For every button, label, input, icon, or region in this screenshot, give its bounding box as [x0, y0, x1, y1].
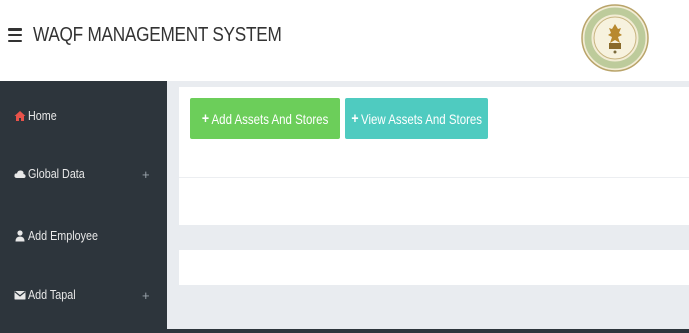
- content-panel: [179, 250, 689, 285]
- sidebar-item-label: Global Data: [28, 167, 85, 181]
- sidebar-item-global-data[interactable]: Global Data +: [0, 154, 167, 194]
- view-assets-button[interactable]: + View Assets And Stores: [345, 98, 488, 139]
- bottom-border: [167, 329, 689, 333]
- sidebar-item-label: Add Employee: [28, 229, 98, 243]
- top-bar: WAQF MANAGEMENT SYSTEM: [0, 0, 689, 81]
- actions-panel: + Add Assets And Stores + View Assets An…: [179, 87, 689, 225]
- panel-divider: [179, 177, 689, 178]
- user-icon: [14, 230, 26, 242]
- main-content: + Add Assets And Stores + View Assets An…: [167, 81, 689, 333]
- view-assets-label: View Assets And Stores: [360, 110, 482, 127]
- hamburger-icon[interactable]: [8, 28, 22, 42]
- expand-plus-icon[interactable]: +: [142, 167, 150, 182]
- cloud-icon: [14, 168, 26, 180]
- sidebar-item-label: Add Tapal: [28, 288, 76, 302]
- sidebar-item-add-tapal[interactable]: Add Tapal +: [0, 275, 167, 315]
- expand-plus-icon[interactable]: +: [142, 288, 150, 303]
- home-icon: [14, 110, 26, 122]
- plus-icon: +: [201, 110, 209, 127]
- plus-icon: +: [351, 110, 359, 127]
- add-assets-button[interactable]: + Add Assets And Stores: [190, 98, 340, 139]
- app-title: WAQF MANAGEMENT SYSTEM: [33, 24, 282, 46]
- envelope-icon: [14, 289, 26, 301]
- sidebar: Home Global Data + Add Employee Add Tapa…: [0, 81, 167, 333]
- add-assets-label: Add Assets And Stores: [211, 110, 329, 127]
- sidebar-item-home[interactable]: Home: [0, 96, 167, 136]
- sidebar-item-add-employee[interactable]: Add Employee: [0, 216, 167, 256]
- sidebar-item-label: Home: [28, 109, 57, 123]
- emblem-seal-icon: [579, 2, 651, 74]
